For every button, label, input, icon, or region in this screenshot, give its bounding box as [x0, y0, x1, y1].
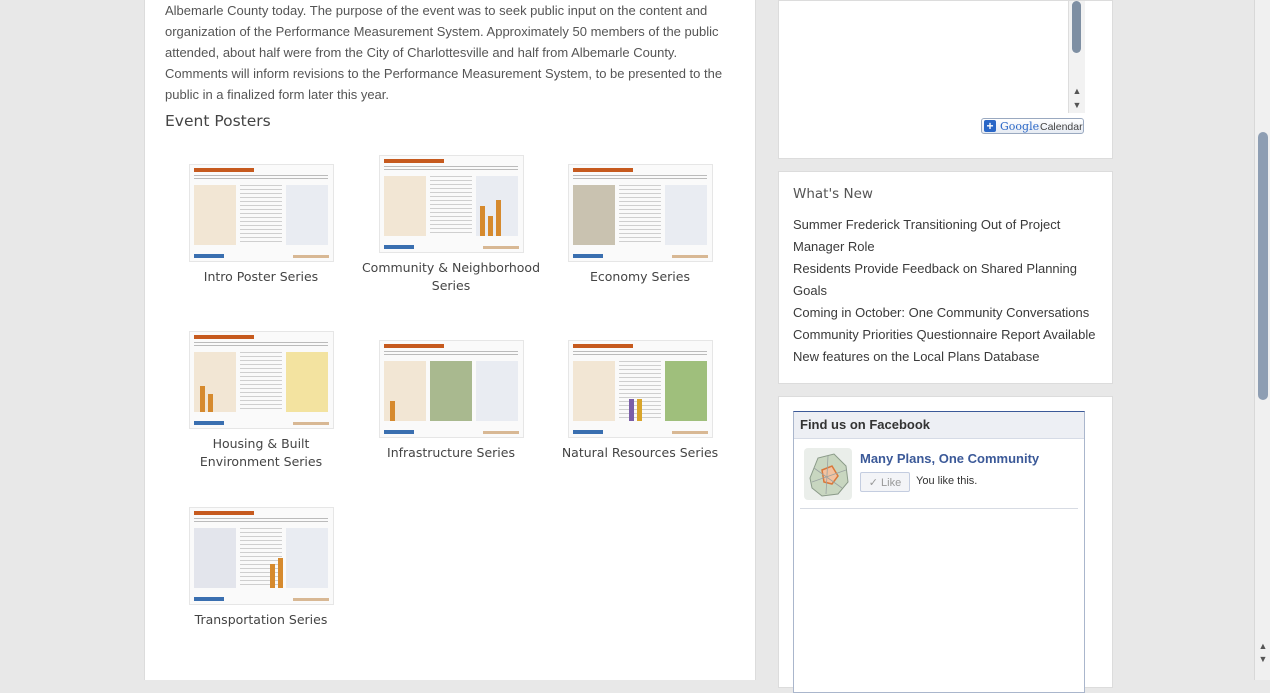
poster-thumbnail-transportation[interactable]	[188, 507, 334, 605]
poster-transportation[interactable]: Transportation Series	[171, 507, 351, 629]
scroll-up-icon[interactable]: ▲	[1071, 85, 1083, 97]
poster-caption[interactable]: Infrastructure Series	[361, 444, 541, 462]
poster-caption[interactable]: Intro Poster Series	[171, 268, 351, 286]
poster-caption[interactable]: Natural Resources Series	[550, 444, 730, 462]
poster-thumbnail-economy[interactable]	[567, 164, 713, 262]
window-scrollbar-thumb[interactable]	[1258, 132, 1268, 400]
add-to-google-calendar-button[interactable]: + Google Calendar	[981, 118, 1084, 134]
poster-intro[interactable]: Intro Poster Series	[171, 164, 351, 286]
poster-community-neighborhood[interactable]: Community & Neighborhood Series	[361, 155, 541, 295]
calendar-label: Calendar	[1040, 121, 1083, 133]
like-label: Like	[881, 477, 902, 489]
facebook-widget: Find us on Facebook Many Plans, One Comm…	[778, 396, 1113, 693]
poster-natural-resources[interactable]: Natural Resources Series	[550, 340, 730, 462]
like-status: You like this.	[916, 475, 978, 487]
checkmark-icon: ✓	[868, 477, 882, 489]
poster-infrastructure[interactable]: Infrastructure Series	[361, 340, 541, 462]
whats-new-title: What's New	[793, 186, 873, 202]
event-posters-heading: Event Posters	[165, 112, 271, 130]
poster-caption[interactable]: Transportation Series	[171, 611, 351, 629]
poster-caption[interactable]: Housing & Built Environment Series	[171, 435, 351, 471]
page-avatar[interactable]	[804, 448, 852, 500]
event-description: Albemarle County today. The purpose of t…	[165, 3, 723, 102]
poster-thumbnail-natural-resources[interactable]	[567, 340, 713, 438]
google-logo-text: Google	[1000, 120, 1040, 133]
window-scrollbar[interactable]: ▲ ▼	[1254, 0, 1270, 680]
poster-thumbnail-infrastructure[interactable]	[378, 340, 524, 438]
scroll-down-icon[interactable]: ▼	[1257, 653, 1269, 665]
poster-caption[interactable]: Community & Neighborhood Series	[361, 259, 541, 295]
poster-thumbnail-intro[interactable]	[188, 164, 334, 262]
poster-housing-built-environment[interactable]: Housing & Built Environment Series	[171, 331, 351, 471]
calendar-scrollbar-thumb[interactable]	[1072, 1, 1081, 53]
facebook-like-button[interactable]: ✓ Like	[860, 472, 910, 492]
scroll-down-icon[interactable]: ▼	[1071, 99, 1083, 111]
facebook-header: Find us on Facebook	[794, 412, 1084, 439]
scroll-up-icon[interactable]: ▲	[1257, 640, 1269, 652]
plus-icon: +	[984, 120, 996, 132]
news-link[interactable]: Community Priorities Questionnaire Repor…	[793, 324, 1103, 346]
poster-thumbnail-housing[interactable]	[188, 331, 334, 429]
calendar-widget: ▲ ▼ + Google Calendar	[778, 0, 1113, 159]
news-link[interactable]: New features on the Local Plans Database	[793, 346, 1103, 368]
facebook-page-link[interactable]: Many Plans, One Community	[860, 451, 1039, 466]
whats-new-list: Summer Frederick Transitioning Out of Pr…	[793, 214, 1103, 368]
calendar-scrollbar[interactable]: ▲ ▼	[1068, 1, 1085, 113]
news-link[interactable]: Coming in October: One Community Convers…	[793, 302, 1103, 324]
facebook-like-box: Find us on Facebook Many Plans, One Comm…	[793, 411, 1085, 693]
divider	[800, 508, 1078, 509]
poster-economy[interactable]: Economy Series	[550, 164, 730, 286]
poster-thumbnail-community[interactable]	[378, 155, 524, 253]
news-link[interactable]: Summer Frederick Transitioning Out of Pr…	[793, 214, 1103, 258]
news-link[interactable]: Residents Provide Feedback on Shared Pla…	[793, 258, 1103, 302]
poster-caption[interactable]: Economy Series	[550, 268, 730, 286]
whats-new-widget: What's New Summer Frederick Transitionin…	[778, 171, 1113, 384]
main-content: Albemarle County today. The purpose of t…	[144, 0, 756, 680]
